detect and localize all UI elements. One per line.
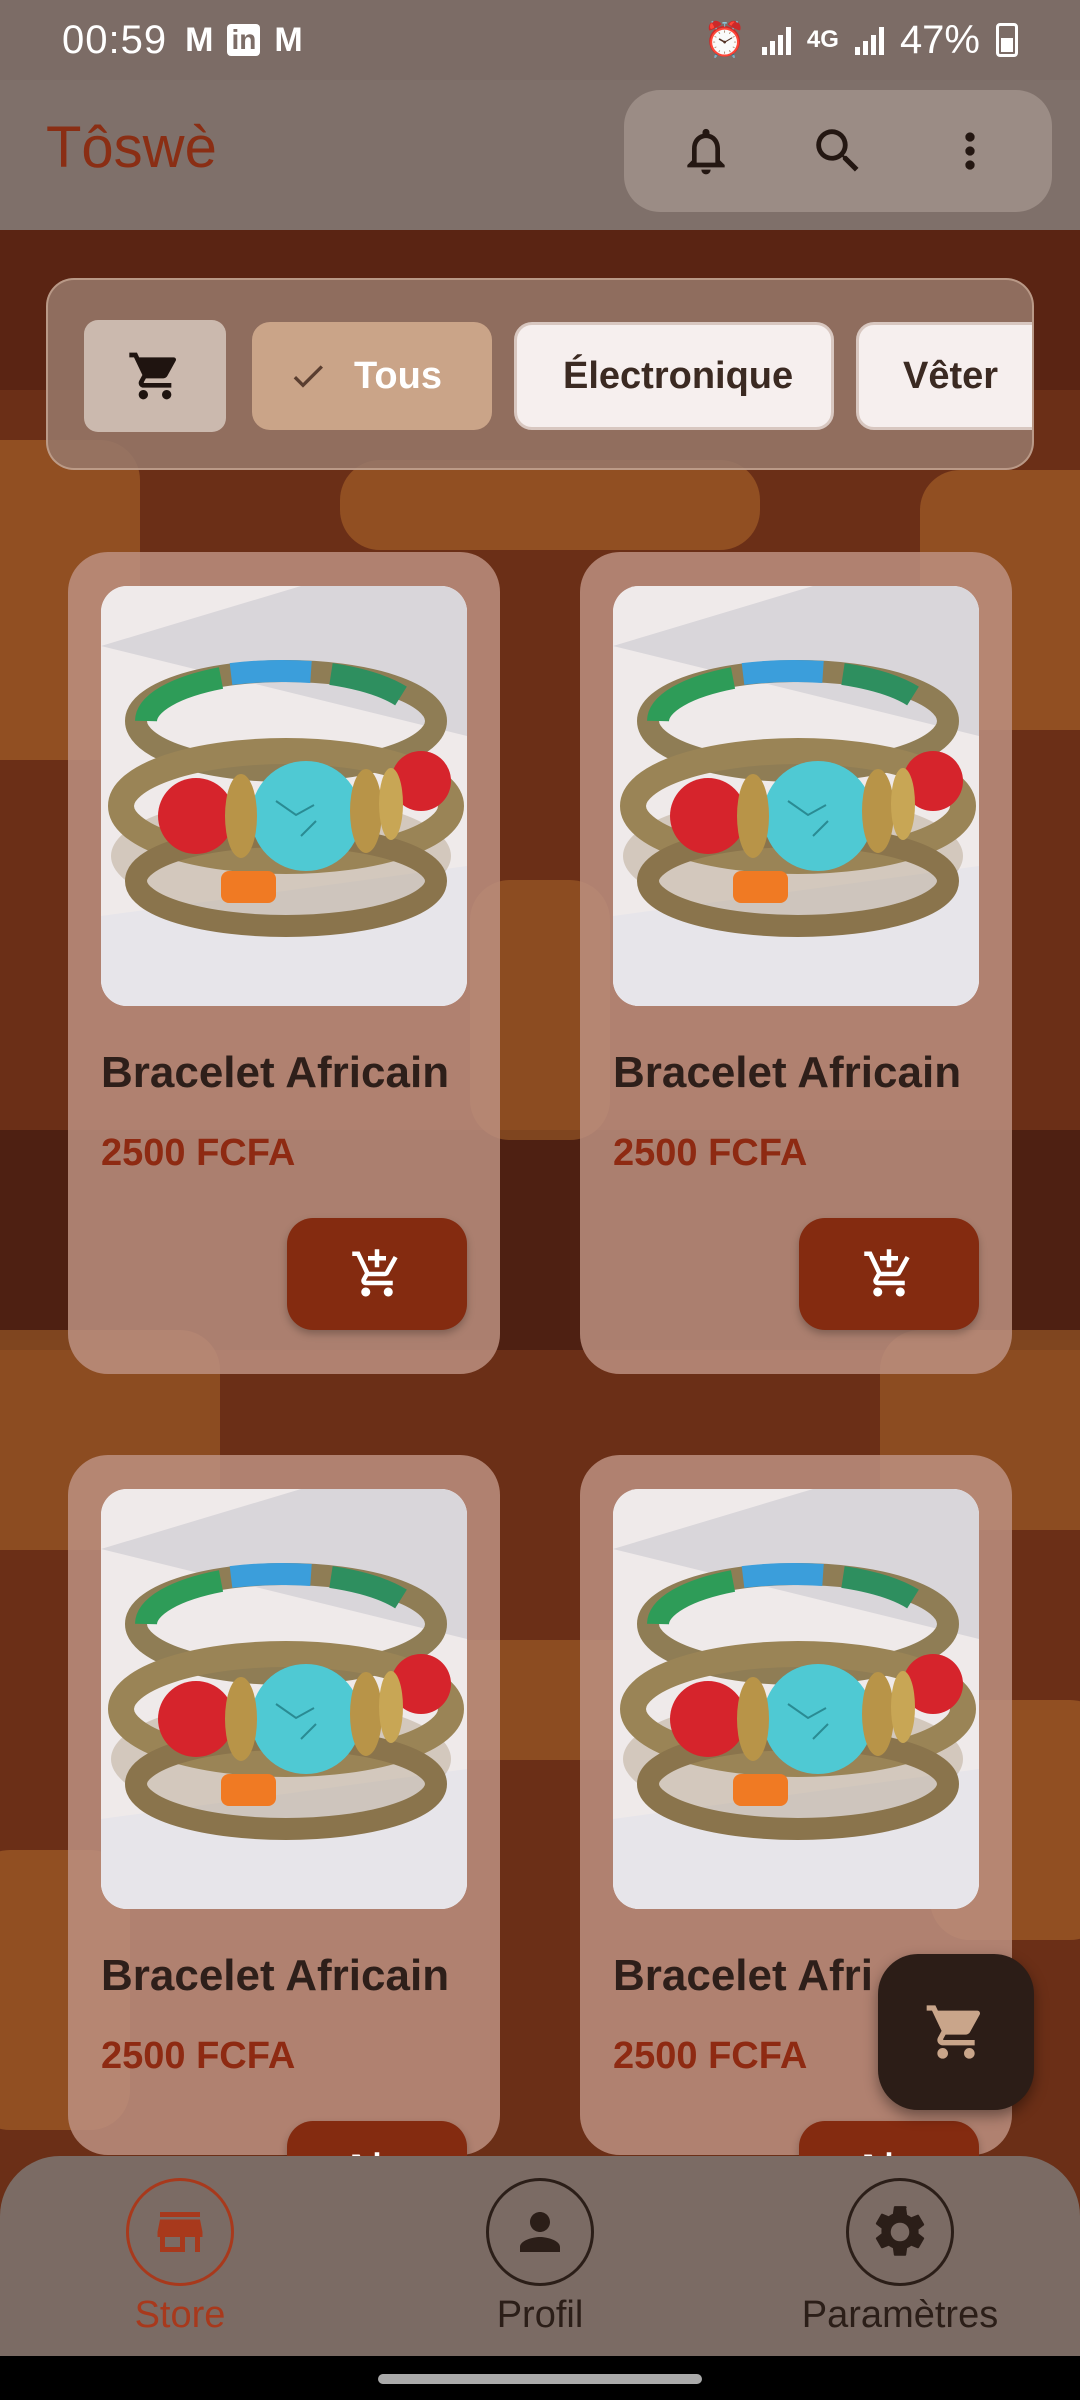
product-name: Bracelet Africain [101,1048,450,1097]
chip-vetements[interactable]: Vêter [856,322,1032,430]
cart-filter-button[interactable] [84,320,226,432]
notification-icons: M in M [185,21,303,60]
bracelet-photo [101,586,467,1006]
app-bar: Tôswè [0,80,1080,230]
product-image [613,1489,979,1909]
bottom-navigation: Store Profil Paramètres [0,2156,1080,2356]
add-shopping-cart-icon [352,1249,398,1297]
gesture-bar [0,2356,1080,2400]
gmail-icon: M [274,20,303,59]
app-title: Tôswè [46,115,217,180]
bracelet-photo [613,1489,979,1909]
search-icon [816,129,859,172]
signal-icon [761,25,791,55]
chip-tous[interactable]: Tous [252,322,492,430]
nav-icon-wrapper [126,2178,234,2286]
product-card[interactable]: Bracelet Africain 2500 FCFA [68,552,500,1374]
check-icon [293,365,323,388]
nav-item-parametres[interactable]: Paramètres [770,2178,1030,2337]
battery-icon [996,23,1018,57]
status-bar: 00:59 M in M ⏰ 4G 47% [0,0,1080,80]
product-price: 2500 FCFA [101,2035,296,2077]
home-indicator [378,2374,702,2384]
product-image [101,1489,467,1909]
product-name: Bracelet Africain [613,1048,962,1097]
nav-label: Profil [496,2294,584,2336]
nav-item-store[interactable]: Store [50,2178,310,2337]
nav-item-profil[interactable]: Profil [410,2178,670,2337]
cart-fab[interactable] [878,1954,1034,2110]
product-name: Bracelet Africain [101,1951,450,2000]
bracelet-photo [613,586,979,1006]
settings-icon [875,2206,925,2256]
search-button[interactable] [793,106,883,196]
product-image [613,586,979,1006]
nav-icon-wrapper [846,2178,954,2286]
alarm-icon: ⏰ [703,21,746,59]
signal-icon [854,25,884,55]
product-price: 2500 FCFA [613,1132,808,1174]
add-shopping-cart-icon [864,1249,910,1297]
add-to-cart-button[interactable] [799,1218,979,1330]
product-card[interactable]: Bracelet Africain 2500 FCFA [68,1455,500,2233]
cart-icon [926,2005,981,2059]
chip-label: Vêter [903,354,999,397]
chip-label: Électronique [563,354,794,397]
chip-electronique[interactable]: Électronique [514,322,834,430]
network-type: 4G [806,26,839,53]
product-price: 2500 FCFA [101,1132,296,1174]
notifications-button[interactable] [661,106,751,196]
bell-icon [687,128,725,175]
nav-label: Store [134,2294,226,2336]
category-filter-bar: Tous Électronique Vêter [46,278,1034,470]
app-bar-actions [624,90,1052,212]
nav-icon-wrapper [486,2178,594,2286]
add-to-cart-button[interactable] [287,1218,467,1330]
battery-percent: 47% [899,17,980,62]
more-vert-icon [965,132,975,170]
linkedin-icon: in [227,24,261,56]
product-card[interactable]: Bracelet Africain 2500 FCFA [580,552,1012,1374]
gmail-icon: M [185,20,214,59]
nav-label: Paramètres [801,2294,999,2336]
person-icon [520,2212,560,2252]
bracelet-photo [101,1489,467,1909]
status-time: 00:59 [62,17,168,62]
chip-label: Tous [354,354,442,397]
product-price: 2500 FCFA [613,2035,808,2077]
more-options-button[interactable] [925,106,1015,196]
cart-icon [129,352,177,400]
product-image [101,586,467,1006]
store-icon [157,2212,203,2252]
